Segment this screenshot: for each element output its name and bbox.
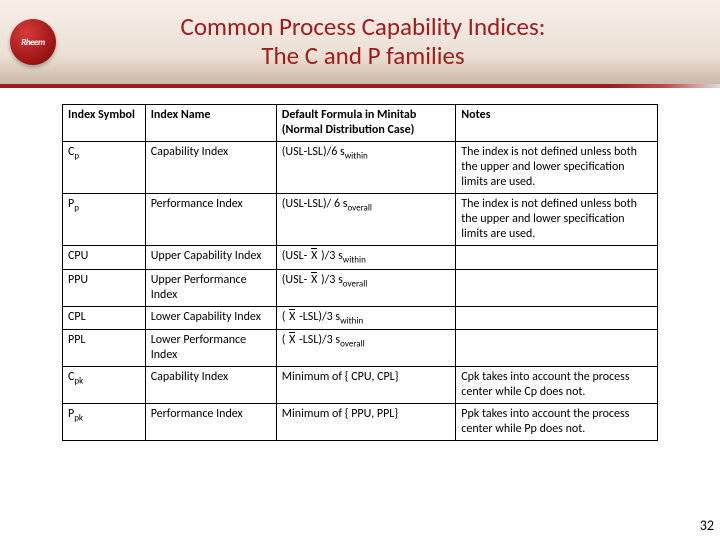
cell-name: Upper Performance Index <box>145 269 276 306</box>
x-bar-icon: X <box>288 333 296 348</box>
cell-notes <box>456 330 658 367</box>
cell-symbol: Ppk <box>63 404 146 441</box>
cell-notes: Ppk takes into account the process cente… <box>456 404 658 441</box>
cell-formula: ( X -LSL)/3 swithin <box>276 306 456 330</box>
cell-name: Capability Index <box>145 367 276 404</box>
slide: Rheem Common Process Capability Indices:… <box>0 0 720 540</box>
table-header-row: Index Symbol Index Name Default Formula … <box>63 105 658 142</box>
cell-notes <box>456 269 658 306</box>
x-bar-icon: X <box>310 273 318 288</box>
page-number: 32 <box>700 517 714 534</box>
cell-name: Capability Index <box>145 142 276 194</box>
col-symbol: Index Symbol <box>63 105 146 142</box>
col-formula: Default Formula in Minitab (Normal Distr… <box>276 105 456 142</box>
cell-symbol: CPL <box>63 306 146 330</box>
x-bar-icon: X <box>288 310 296 325</box>
cell-name: Lower Performance Index <box>145 330 276 367</box>
table-row: Pp Performance Index (USL-LSL)/ 6 sovera… <box>63 194 658 246</box>
title-line-2: The C and P families <box>261 40 464 71</box>
x-bar-icon: X <box>310 249 318 264</box>
title-line-1: Common Process Capability Indices: <box>181 11 546 42</box>
table-row: Cp Capability Index (USL-LSL)/6 swithin … <box>63 142 658 194</box>
cell-formula: Minimum of { CPU, CPL} <box>276 367 456 404</box>
cell-symbol: Pp <box>63 194 146 246</box>
title-container: Common Process Capability Indices: The C… <box>56 13 720 71</box>
cell-notes: The index is not defined unless both the… <box>456 194 658 246</box>
cell-formula: (USL- X )/3 swithin <box>276 246 456 270</box>
table-row: Ppk Performance Index Minimum of { PPU, … <box>63 404 658 441</box>
table-row: CPU Upper Capability Index (USL- X )/3 s… <box>63 246 658 270</box>
logo-text: Rheem <box>21 37 44 48</box>
cell-notes <box>456 306 658 330</box>
col-name: Index Name <box>145 105 276 142</box>
cell-notes: Cpk takes into account the process cente… <box>456 367 658 404</box>
cell-formula: ( X -LSL)/3 soverall <box>276 330 456 367</box>
table-row: Cpk Capability Index Minimum of { CPU, C… <box>63 367 658 404</box>
cell-symbol: Cp <box>63 142 146 194</box>
cell-formula: Minimum of { PPU, PPL} <box>276 404 456 441</box>
indices-table: Index Symbol Index Name Default Formula … <box>62 104 658 441</box>
slide-body: Index Symbol Index Name Default Formula … <box>0 88 720 540</box>
cell-symbol: PPU <box>63 269 146 306</box>
rheem-logo-icon: Rheem <box>10 19 56 65</box>
slide-title: Common Process Capability Indices: The C… <box>56 13 670 71</box>
cell-symbol: PPL <box>63 330 146 367</box>
table-row: PPU Upper Performance Index (USL- X )/3 … <box>63 269 658 306</box>
col-notes: Notes <box>456 105 658 142</box>
header-bar: Rheem Common Process Capability Indices:… <box>0 0 720 88</box>
cell-name: Upper Capability Index <box>145 246 276 270</box>
cell-symbol: Cpk <box>63 367 146 404</box>
cell-formula: (USL-LSL)/ 6 soverall <box>276 194 456 246</box>
cell-formula: (USL- X )/3 soverall <box>276 269 456 306</box>
cell-symbol: CPU <box>63 246 146 270</box>
cell-name: Performance Index <box>145 194 276 246</box>
cell-name: Lower Capability Index <box>145 306 276 330</box>
cell-formula: (USL-LSL)/6 swithin <box>276 142 456 194</box>
cell-notes <box>456 246 658 270</box>
table-row: CPL Lower Capability Index ( X -LSL)/3 s… <box>63 306 658 330</box>
cell-name: Performance Index <box>145 404 276 441</box>
cell-notes: The index is not defined unless both the… <box>456 142 658 194</box>
table-row: PPL Lower Performance Index ( X -LSL)/3 … <box>63 330 658 367</box>
